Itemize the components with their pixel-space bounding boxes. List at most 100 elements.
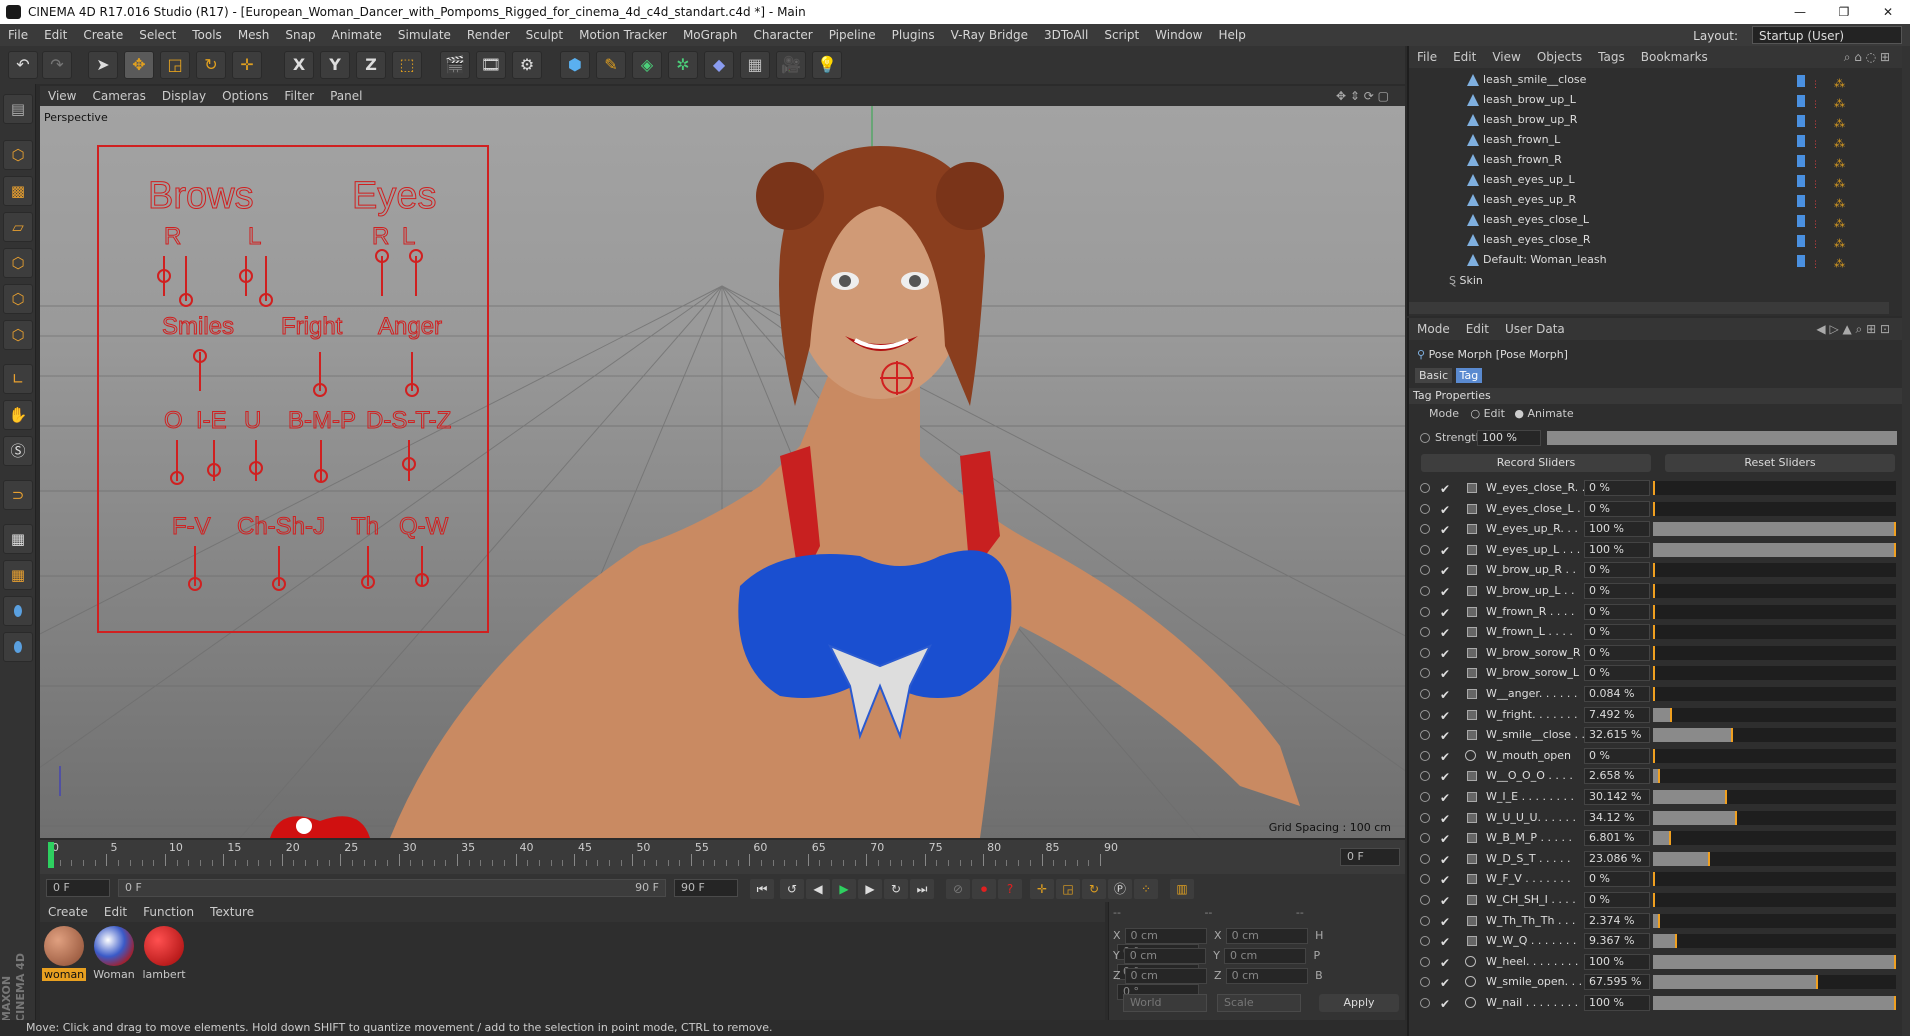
coord-system-dropdown[interactable]: World (1123, 994, 1207, 1012)
tag-icon[interactable]: ⁂ (1834, 157, 1845, 170)
slider-value-field[interactable]: 32.615 % (1584, 727, 1650, 744)
menu-select[interactable]: Select (131, 24, 184, 46)
undo-icon[interactable]: ↶ (8, 51, 38, 79)
viewport-menu-panel[interactable]: Panel (322, 86, 370, 106)
slider-track[interactable] (1653, 728, 1896, 743)
end-frame-field[interactable]: 90 F (674, 879, 738, 897)
tag-icon[interactable]: ⁂ (1834, 257, 1845, 270)
slider-enable-check[interactable]: ✔ (1440, 644, 1450, 664)
slider-anim-dot[interactable] (1420, 709, 1430, 720)
slider-handle[interactable] (1653, 625, 1655, 640)
viewport-menu-display[interactable]: Display (154, 86, 214, 106)
menu-file[interactable]: File (0, 24, 36, 46)
slider-value-field[interactable]: 0 % (1584, 500, 1650, 517)
slider-anim-dot[interactable] (1420, 812, 1430, 823)
slider-track[interactable] (1653, 666, 1896, 681)
slider-value-field[interactable]: 0 % (1584, 747, 1650, 764)
slider-enable-check[interactable]: ✔ (1440, 479, 1450, 499)
mode-edit-radio[interactable]: ○ Edit (1470, 407, 1504, 420)
reset-sliders-button[interactable]: Reset Sliders (1665, 454, 1895, 472)
axis-x-icon[interactable]: X (284, 51, 314, 79)
grid-lock-2-icon[interactable]: ▦ (3, 560, 33, 590)
viewport-menu-filter[interactable]: Filter (276, 86, 322, 106)
right-tab-strip[interactable] (1902, 46, 1910, 1036)
tag-icon[interactable]: ⁂ (1834, 137, 1845, 150)
slider-track[interactable] (1653, 501, 1896, 516)
viewport-nav-icons[interactable]: ✥ ⇕ ⟳ ▢ (1328, 86, 1397, 106)
cube-icon[interactable]: ⬢ (560, 51, 590, 79)
menu-plugins[interactable]: Plugins (884, 24, 943, 46)
slider-anim-dot[interactable] (1420, 586, 1430, 596)
axis-z-icon[interactable]: Z (356, 51, 386, 79)
slider-enable-check[interactable]: ✔ (1440, 809, 1450, 829)
grid-lock-icon[interactable]: ▦ (3, 524, 33, 554)
slider-track[interactable] (1653, 604, 1896, 619)
menu-mograph[interactable]: MoGraph (675, 24, 746, 46)
size-z-field[interactable]: 0 cm (1225, 968, 1308, 984)
timeline-playhead[interactable] (48, 842, 54, 868)
magnet-icon[interactable]: ⊃ (3, 480, 33, 510)
slider-value-field[interactable]: 2.658 % (1584, 768, 1650, 785)
minimize-button[interactable]: — (1778, 0, 1822, 24)
move-icon[interactable]: ✥ (124, 51, 154, 79)
object-mode-icon[interactable]: ⬡ (3, 140, 33, 170)
polygons-mode-icon[interactable]: ⬡ (3, 320, 33, 350)
next-frame-icon[interactable]: ▶ (858, 879, 882, 899)
slider-enable-check[interactable]: ✔ (1440, 747, 1450, 767)
slider-anim-dot[interactable] (1420, 895, 1430, 905)
slider-handle[interactable] (1894, 542, 1896, 557)
menu-vray-bridge[interactable]: V-Ray Bridge (943, 24, 1036, 46)
menu-create[interactable]: Create (75, 24, 131, 46)
object-row[interactable]: leash_eyes_up_R ⋮ ⁂ (1409, 190, 1889, 210)
slider-enable-check[interactable]: ✔ (1440, 932, 1450, 952)
slider-handle[interactable] (1653, 666, 1655, 681)
apply-button[interactable]: Apply (1319, 994, 1399, 1012)
slider-enable-check[interactable]: ✔ (1440, 561, 1450, 581)
slider-value-field[interactable]: 2.374 % (1584, 912, 1650, 929)
slider-enable-check[interactable]: ✔ (1440, 870, 1450, 890)
slider-track[interactable] (1653, 687, 1896, 701)
redo-icon[interactable]: ↷ (42, 51, 72, 79)
object-row[interactable]: leash_eyes_close_L ⋮ ⁂ (1409, 210, 1889, 230)
slider-enable-check[interactable]: ✔ (1440, 726, 1450, 746)
menu-animate[interactable]: Animate (324, 24, 390, 46)
strength-field[interactable]: 100 % (1477, 430, 1541, 446)
slider-track[interactable] (1653, 707, 1896, 722)
slider-anim-dot[interactable] (1420, 483, 1430, 493)
workplane-icon[interactable]: ▱ (3, 212, 33, 242)
material-menu-create[interactable]: Create (40, 902, 96, 922)
slider-enable-check[interactable]: ✔ (1440, 520, 1450, 540)
slider-anim-dot[interactable] (1420, 750, 1430, 761)
slider-anim-dot[interactable] (1420, 565, 1430, 576)
slider-value-field[interactable]: 67.595 % (1584, 974, 1650, 991)
texture-mode-icon[interactable]: ▩ (3, 176, 33, 206)
slider-handle[interactable] (1653, 584, 1655, 598)
edges-mode-icon[interactable]: ⬡ (3, 284, 33, 314)
slider-anim-dot[interactable] (1420, 998, 1430, 1008)
menu-character[interactable]: Character (745, 24, 820, 46)
visibility-icon[interactable]: ⋮ (1811, 120, 1820, 130)
points-mode-icon[interactable]: ⬡ (3, 248, 33, 278)
slider-track[interactable] (1653, 563, 1896, 578)
close-button[interactable]: ✕ (1866, 0, 1910, 24)
tag-icon[interactable]: ⁂ (1834, 177, 1845, 190)
visibility-icon[interactable]: ⋮ (1811, 80, 1820, 90)
menu-mesh[interactable]: Mesh (230, 24, 278, 46)
model-mode-icon[interactable]: ▤ (3, 94, 33, 124)
material-woman-2[interactable]: Woman (92, 926, 136, 981)
rotate-icon[interactable]: ↻ (196, 51, 226, 79)
menu-script[interactable]: Script (1096, 24, 1147, 46)
slider-enable-check[interactable]: ✔ (1440, 829, 1450, 849)
tab-tag[interactable]: Tag (1455, 368, 1483, 383)
material-lambert[interactable]: lambert (142, 926, 186, 981)
object-menu-bookmarks[interactable]: Bookmarks (1633, 46, 1716, 68)
slider-handle[interactable] (1674, 934, 1677, 949)
slider-enable-check[interactable]: ✔ (1440, 582, 1450, 602)
slider-enable-check[interactable]: ✔ (1440, 953, 1450, 973)
slider-anim-dot[interactable] (1420, 833, 1430, 844)
subdivision-icon[interactable]: ◈ (632, 51, 662, 79)
maximize-button[interactable]: ❐ (1822, 0, 1866, 24)
slider-handle[interactable] (1653, 481, 1655, 495)
object-menu-file[interactable]: File (1409, 46, 1445, 68)
camera-icon[interactable]: 🎥 (776, 51, 806, 79)
